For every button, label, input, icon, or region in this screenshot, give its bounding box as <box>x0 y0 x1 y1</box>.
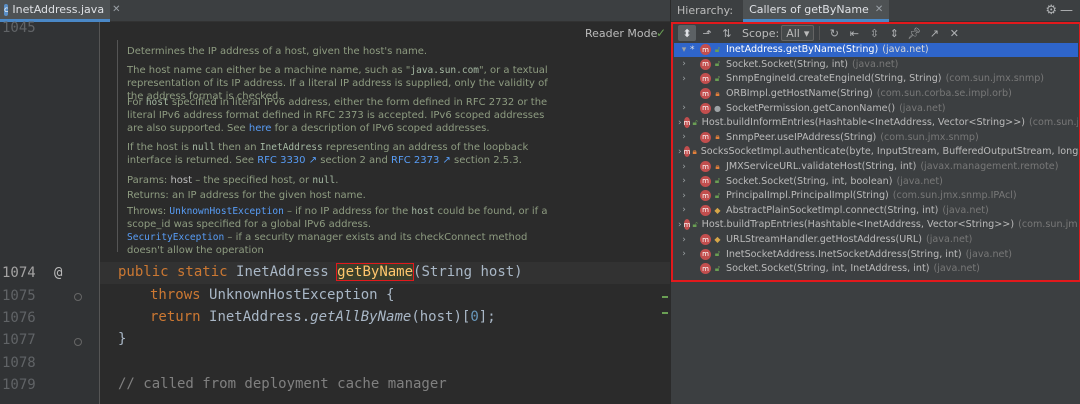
java-file-icon: c <box>4 3 9 16</box>
override-marker-icon[interactable]: @ <box>54 265 62 281</box>
checkmark-icon: ✓ <box>656 26 667 40</box>
doc-throws: SecurityException – if a security manage… <box>127 232 528 256</box>
doc-link[interactable]: here <box>249 123 272 134</box>
doc-returns: Returns: an IP address for the given hos… <box>127 190 366 201</box>
code-line[interactable]: return InetAddress.getAllByName(host)[0]… <box>150 309 496 325</box>
line-number: 1076 <box>2 310 36 326</box>
line-number: 1079 <box>2 377 36 393</box>
doc-paragraph: Determines the IP address of a host, giv… <box>127 46 428 57</box>
reader-mode-button[interactable]: Reader Mode <box>585 27 657 40</box>
code-editor[interactable]: c InetAddress.java ✕ 1045 1074 @ 1075 10… <box>0 0 670 404</box>
code-line[interactable]: public static InetAddress getByName(Stri… <box>118 263 523 281</box>
editor-tab[interactable]: c InetAddress.java ✕ <box>0 0 120 22</box>
doc-link[interactable]: SecurityException <box>127 232 224 243</box>
line-number: 1074 <box>2 265 36 281</box>
tab-callers[interactable]: Callers of getByName ✕ <box>743 0 890 22</box>
doc-paragraph: If the host is null then an InetAddress … <box>127 142 529 166</box>
highlighted-method-name[interactable]: getByName <box>336 263 415 281</box>
doc-paragraph: For host specified in literal IPv6 addre… <box>127 97 548 134</box>
doc-link[interactable]: RFC 3330 ↗ <box>257 155 317 166</box>
fold-marker-icon[interactable] <box>74 338 82 346</box>
fold-marker-icon[interactable] <box>74 293 82 301</box>
minimize-icon[interactable]: — <box>1060 3 1073 18</box>
line-number: 1045 <box>2 20 36 36</box>
line-number: 1078 <box>2 355 36 371</box>
code-line[interactable]: throws UnknownHostException { <box>150 287 394 303</box>
doc-link[interactable]: UnknownHostException <box>169 206 283 217</box>
line-number: 1075 <box>2 288 36 304</box>
code-line[interactable]: } <box>118 331 126 347</box>
doc-link[interactable]: RFC 2373 ↗ <box>391 155 451 166</box>
hierarchy-header: Hierarchy: Callers of getByName ✕ ⚙ — <box>671 0 1080 22</box>
close-icon[interactable]: ✕ <box>112 4 120 15</box>
highlight-box <box>671 22 1080 282</box>
tab-callers-label: Callers of getByName <box>749 2 869 16</box>
hierarchy-title: Hierarchy: <box>677 4 734 17</box>
editor-tab-bar: c InetAddress.java ✕ <box>0 0 670 22</box>
close-icon[interactable]: ✕ <box>875 4 883 15</box>
doc-throws: Throws: UnknownHostException – if no IP … <box>127 206 548 230</box>
gear-icon[interactable]: ⚙ <box>1045 3 1057 18</box>
change-marker <box>662 312 668 314</box>
doc-comment-border <box>117 40 118 252</box>
line-number: 1077 <box>2 332 36 348</box>
code-line[interactable]: // called from deployment cache manager <box>118 376 447 392</box>
change-marker <box>662 296 668 298</box>
doc-params: Params: host – the specified host, or nu… <box>127 175 339 186</box>
hierarchy-panel: Hierarchy: Callers of getByName ✕ ⚙ — ⬍ … <box>670 0 1080 404</box>
editor-tab-label: InetAddress.java <box>12 3 105 16</box>
line-gutter: 1045 1074 @ 1075 1076 1077 1078 1079 <box>0 20 100 404</box>
